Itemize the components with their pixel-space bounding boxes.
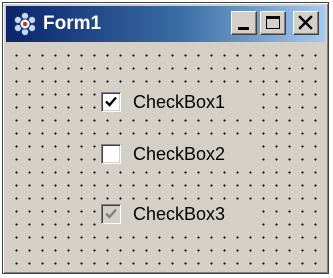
maximize-button[interactable]: [260, 11, 286, 35]
checkbox-1-box[interactable]: [101, 92, 121, 112]
close-icon: [298, 15, 313, 30]
checkbox-2-box[interactable]: [101, 144, 121, 164]
minimize-icon: [238, 27, 249, 30]
form-app-icon[interactable]: [12, 11, 38, 37]
checkbox-3: CheckBox3: [99, 201, 259, 227]
checkbox-3-label: CheckBox3: [133, 204, 226, 224]
form-window: Form1 CheckBox1 CheckBox2 CheckBox3: [2, 2, 329, 274]
check-mark-icon-disabled: [105, 208, 117, 219]
title-bar[interactable]: Form1: [6, 6, 325, 42]
minimize-button[interactable]: [231, 11, 257, 35]
maximize-icon: [266, 16, 280, 29]
checkbox-3-box: [101, 204, 121, 224]
checkbox-2-label[interactable]: CheckBox2: [133, 143, 225, 165]
window-title: Form1: [43, 13, 102, 34]
checkbox-2[interactable]: CheckBox2: [99, 141, 259, 167]
check-mark-icon: [105, 96, 117, 107]
form-client-area[interactable]: CheckBox1 CheckBox2 CheckBox3: [6, 45, 325, 271]
checkbox-1-label[interactable]: CheckBox1: [133, 91, 225, 113]
close-button[interactable]: [293, 11, 319, 35]
checkbox-1[interactable]: CheckBox1: [99, 89, 259, 115]
